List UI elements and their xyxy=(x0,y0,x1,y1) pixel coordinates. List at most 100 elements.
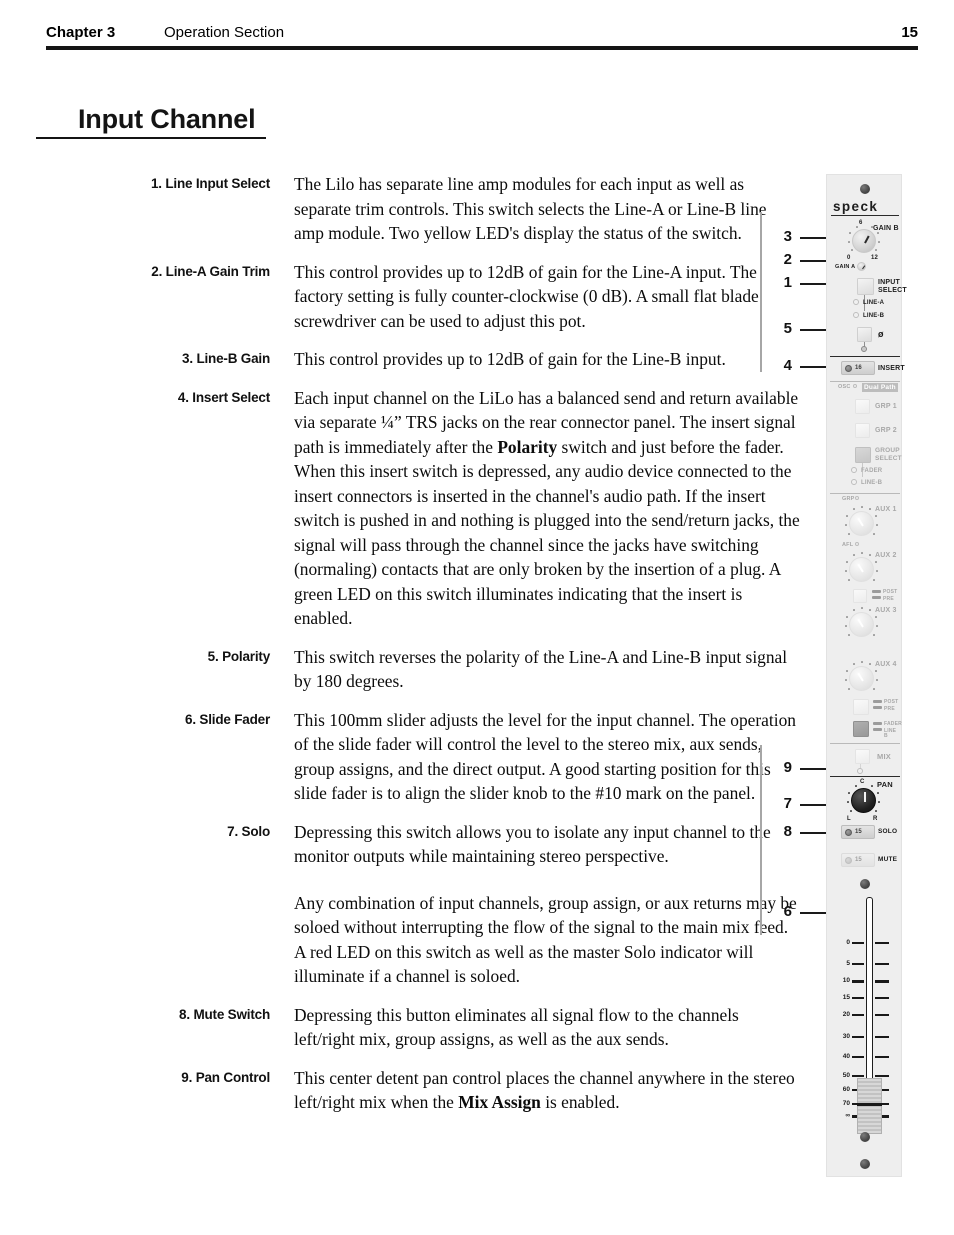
line-b-led xyxy=(853,312,859,318)
fader-tick-0-l xyxy=(852,942,864,944)
aux4-tick xyxy=(853,663,855,665)
section-row: 5. Polarity This switch reverses the pola… xyxy=(0,645,800,694)
section-row: 7. Solo Depressing this switch allows you… xyxy=(0,820,800,989)
section-label: Operation Section xyxy=(164,24,285,41)
aux4-tick xyxy=(848,688,850,690)
aux34-post-pre-button[interactable] xyxy=(853,699,869,715)
grp1-button[interactable] xyxy=(855,399,870,414)
panel-screw-top xyxy=(860,184,870,194)
fader-scale-num-5: 5 xyxy=(846,960,850,967)
aux2-tick xyxy=(875,561,877,563)
pan-tick xyxy=(847,801,849,803)
panel-divider-3 xyxy=(830,493,900,495)
section-paragraph: Depressing this switch allows you to iso… xyxy=(294,821,771,867)
mixer-channel-strip-illustration: speck GAIN B 6 0 12 GAIN A INPUT SELECT … xyxy=(826,174,907,1177)
page-header-row: Chapter 3 Operation Section 15 xyxy=(46,24,918,46)
callout-4: 4 xyxy=(783,357,792,374)
aux2-knob[interactable] xyxy=(849,557,874,582)
section-body: This control provides up to 12dB of gain… xyxy=(270,260,800,334)
pan-tick xyxy=(877,792,879,794)
slide-fader-knob[interactable] xyxy=(857,1078,882,1134)
input-select-label-line1: INPUT xyxy=(878,279,900,286)
gutter-leader-line-top xyxy=(760,212,762,372)
callout-6: 6 xyxy=(783,903,792,920)
aux3-tick xyxy=(876,625,878,627)
aux2-tick xyxy=(853,554,855,556)
aux2-tick xyxy=(873,579,875,581)
pre-label-1: PRE xyxy=(883,596,894,602)
fader-tick-30-r xyxy=(875,1036,889,1038)
callout-2: 2 xyxy=(783,251,792,268)
aux1-tick xyxy=(848,533,850,535)
callout-7: 7 xyxy=(783,795,792,812)
polarity-led xyxy=(861,346,867,352)
aux1-knob[interactable] xyxy=(849,511,874,536)
group-fader-led xyxy=(851,467,857,473)
fader-tick-5-l xyxy=(852,963,864,965)
polarity-button[interactable] xyxy=(857,327,872,342)
line-a-led xyxy=(853,299,859,305)
section-paragraph: This center detent pan control places th… xyxy=(294,1067,795,1113)
post-label-2: POST xyxy=(884,699,899,705)
input-select-button[interactable] xyxy=(857,278,874,295)
fader-label-2: FADER xyxy=(884,721,902,727)
aux2-tick xyxy=(845,570,847,572)
section-paragraph: Each input channel on the LiLo has a bal… xyxy=(294,387,800,629)
group-line-b-led xyxy=(851,479,857,485)
grp1-label: GRP 1 xyxy=(875,403,897,410)
aux2-tick xyxy=(848,579,850,581)
section-label: 7. Solo xyxy=(227,823,270,839)
gain-b-mid-label: 6 xyxy=(859,220,863,226)
gain-b-tick xyxy=(878,241,880,243)
section-label: 1. Line Input Select xyxy=(150,176,270,191)
fader-tick-5-r xyxy=(875,963,889,965)
section-row: 6. Slide Fader This 100mm slider adjusts … xyxy=(0,708,800,806)
fader-tick-15-l xyxy=(852,997,864,999)
mute-led xyxy=(845,856,852,864)
pan-tick xyxy=(878,801,880,803)
fader-scale-num-10: 10 xyxy=(842,977,850,984)
fader-tick-15-r xyxy=(875,997,889,999)
fader-tick-50-r xyxy=(875,1075,889,1077)
group-select-button[interactable] xyxy=(855,447,871,463)
group-select-label-line2: SELECT xyxy=(875,455,902,462)
gain-b-min-label: 0 xyxy=(847,255,851,261)
group-select-label-line1: GROUP xyxy=(875,447,900,454)
aux12-post-pre-button[interactable] xyxy=(853,589,867,603)
callout-8: 8 xyxy=(783,823,792,840)
group-line-b-label: LINE-B xyxy=(861,480,883,486)
fader-line-b-button[interactable] xyxy=(853,721,869,737)
mute-button[interactable]: 15 xyxy=(841,853,875,867)
insert-number: 16 xyxy=(855,365,862,371)
fader-tick-30-l xyxy=(852,1036,864,1038)
section-row: 8. Mute Switch Depressing this button eli… xyxy=(0,1003,800,1052)
title-rule xyxy=(36,137,266,139)
solo-number: 15 xyxy=(855,829,862,835)
aux2-tick xyxy=(876,570,878,572)
pan-knob-pointer xyxy=(863,792,866,802)
gain-b-knob[interactable] xyxy=(852,229,876,253)
pan-tick xyxy=(875,810,877,812)
gain-a-trim-pot[interactable] xyxy=(857,262,866,271)
gain-b-tick xyxy=(875,249,877,251)
pan-center-label: C xyxy=(860,779,865,785)
grp2-button[interactable] xyxy=(855,423,870,438)
pan-knob[interactable] xyxy=(851,788,876,813)
pre-bar xyxy=(872,596,881,599)
aux3-knob[interactable] xyxy=(849,612,874,637)
mute-number: 15 xyxy=(855,857,862,863)
section-row: 9. Pan Control This center detent pan con… xyxy=(0,1066,800,1115)
line-b-label: LINE-B xyxy=(863,313,885,319)
gain-b-tick xyxy=(851,249,853,251)
section-label: 9. Pan Control xyxy=(181,1069,270,1085)
section-row: 4. Insert Select Each input channel on th… xyxy=(0,386,800,631)
mix-button[interactable] xyxy=(855,749,870,764)
aux1-tick xyxy=(853,508,855,510)
solo-button[interactable]: 15 xyxy=(841,825,875,839)
gain-b-tick xyxy=(877,232,879,234)
insert-button[interactable]: 16 xyxy=(841,361,875,375)
aux3-label: AUX 3 xyxy=(875,607,897,614)
insert-label: INSERT xyxy=(878,365,905,372)
page-number: 15 xyxy=(901,24,918,41)
aux4-knob[interactable] xyxy=(849,666,874,691)
